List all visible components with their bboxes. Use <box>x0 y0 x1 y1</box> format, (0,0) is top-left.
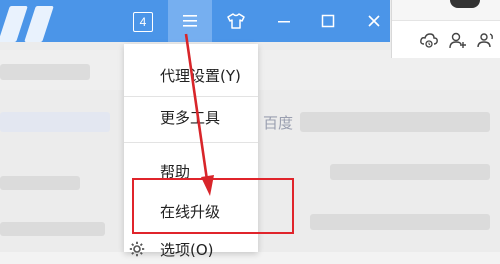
group-icon[interactable] <box>477 30 497 50</box>
close-button[interactable] <box>352 0 396 42</box>
skin-button[interactable] <box>214 0 258 42</box>
bg-blurred-text <box>300 112 490 132</box>
menu-item-proxy-settings[interactable]: 代理设置(Y) <box>124 58 258 90</box>
close-icon <box>368 15 380 27</box>
menu-divider <box>124 142 258 143</box>
menu-item-more-tools[interactable]: 更多工具 <box>124 100 258 132</box>
menu-item-label: 更多工具 <box>160 109 221 127</box>
cloud-sync-icon[interactable] <box>419 30 439 50</box>
annotation-highlight-box <box>132 178 294 234</box>
side-panel <box>391 0 500 58</box>
maximize-icon <box>321 14 335 28</box>
menu-divider <box>124 96 258 97</box>
bg-blurred-text <box>330 164 490 180</box>
menu-item-label: 代理设置(Y) <box>160 67 241 85</box>
main-menu-button[interactable] <box>168 0 212 42</box>
gear-icon <box>129 241 145 257</box>
minimize-button[interactable] <box>262 0 306 42</box>
add-user-icon[interactable] <box>448 30 468 50</box>
title-bar: 4 <box>0 0 390 42</box>
maximize-button[interactable] <box>306 0 350 42</box>
app-logo-icon <box>0 6 28 42</box>
menu-item-label: 选项(O) <box>160 241 214 259</box>
tab-count-badge[interactable]: 4 <box>133 12 153 32</box>
side-panel-header <box>392 0 500 21</box>
bg-blurred-text <box>0 222 105 236</box>
bg-partial-text: 百度 <box>263 114 294 132</box>
menu-icon <box>183 15 197 27</box>
bg-blurred-text <box>0 64 90 80</box>
skin-icon <box>227 13 245 29</box>
menu-item-options[interactable]: 选项(O) <box>124 232 258 264</box>
bg-blurred-text <box>310 214 490 230</box>
avatar <box>450 0 480 8</box>
bg-blurred-text <box>0 176 80 190</box>
minimize-icon <box>278 21 290 23</box>
bg-blurred-text <box>0 112 110 132</box>
app-logo-icon <box>24 6 54 42</box>
